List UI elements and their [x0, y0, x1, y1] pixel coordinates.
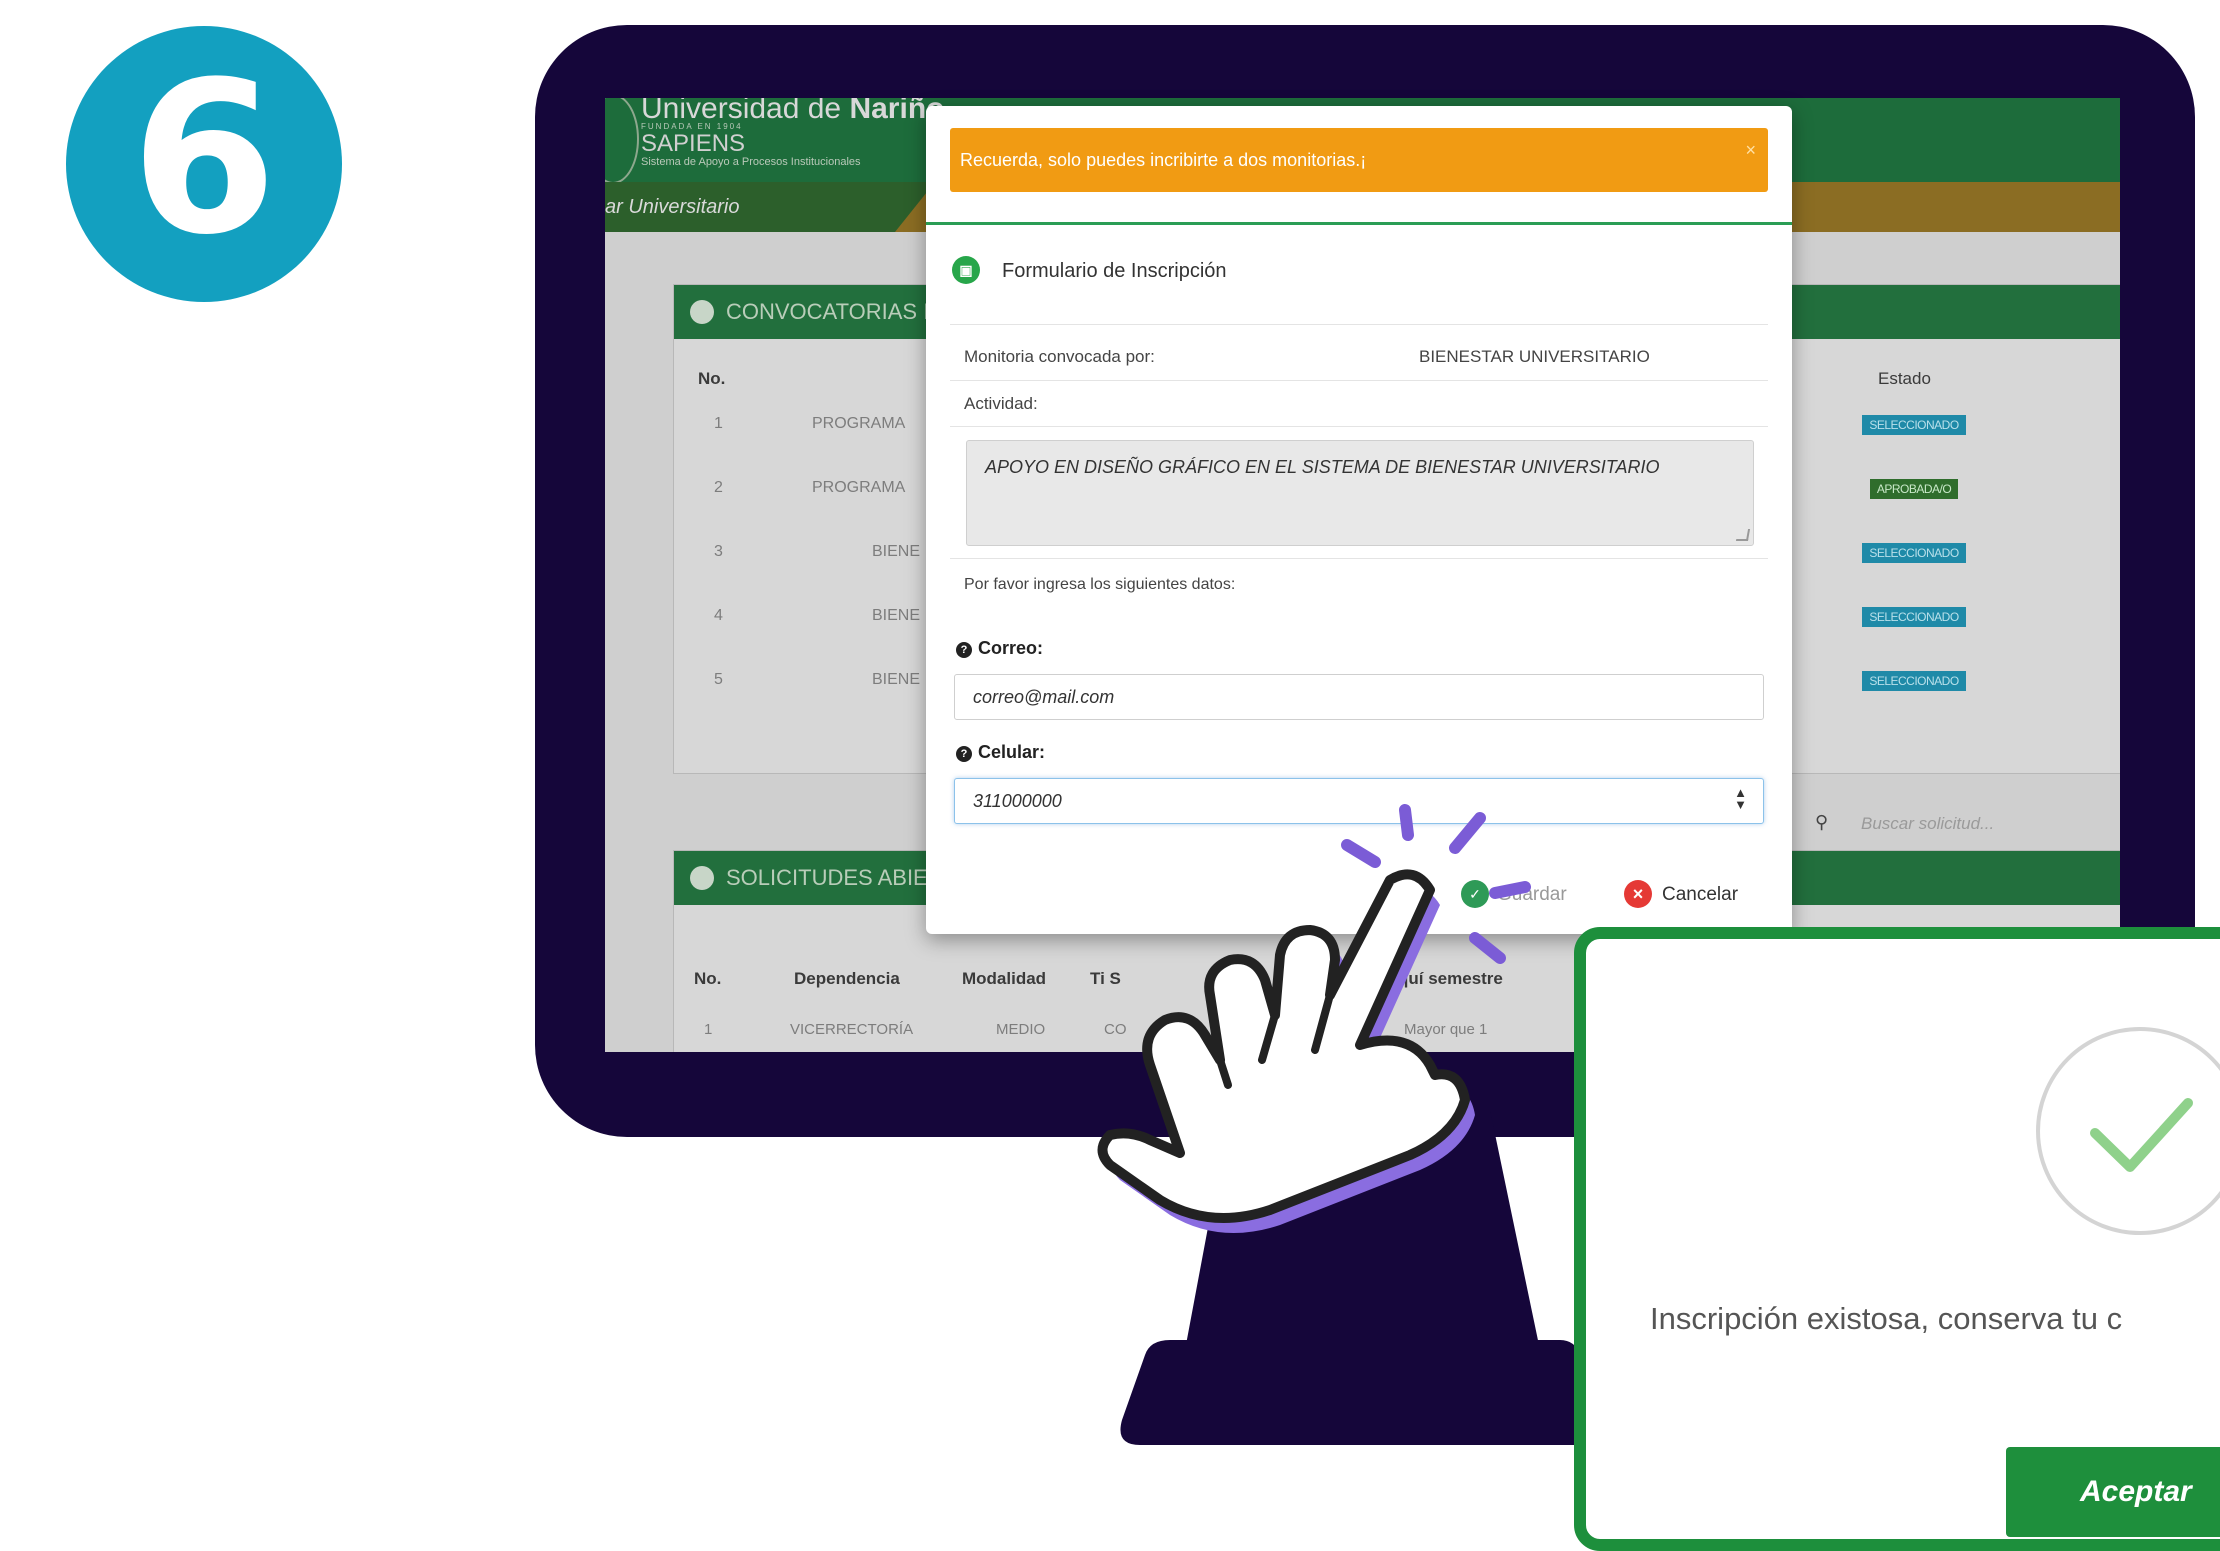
table-row-no: 1 — [714, 415, 723, 432]
list-icon — [690, 300, 714, 324]
table-row-dep: PROGRAMA — [812, 415, 906, 432]
warning-alert: Recuerda, solo puedes incribirte a dos m… — [950, 128, 1768, 192]
check-mark-icon — [2090, 1098, 2193, 1172]
accept-label: Aceptar — [2080, 1475, 2192, 1508]
table-row-no: 5 — [714, 671, 723, 688]
step-number-badge: 6 — [66, 26, 342, 302]
table-row-dep: BIENE — [872, 607, 921, 624]
table-cell: 1 — [704, 1021, 713, 1038]
convocada-label: Monitoria convocada por: — [964, 347, 1155, 366]
status-badge: APROBADA/O — [1870, 479, 1958, 499]
form-icon: ▣ — [952, 256, 980, 284]
table-row-dep: BIENE — [872, 543, 921, 560]
search-placeholder: Buscar solicitud... — [1861, 814, 1995, 833]
cancel-label: Cancelar — [1662, 884, 1739, 905]
modal-title: Formulario de Inscripción — [1002, 260, 1227, 282]
question-icon: ? — [956, 746, 972, 762]
table-row-no: 2 — [714, 479, 723, 496]
list-icon — [690, 866, 714, 890]
save-label: Guardar — [1497, 884, 1567, 905]
status-badge: SELECCIONADO — [1862, 415, 1966, 435]
close-icon[interactable]: × — [1745, 140, 1756, 161]
accept-button[interactable]: Aceptar — [2006, 1447, 2220, 1537]
divider — [950, 380, 1768, 381]
breadcrumb[interactable]: ar Universitario — [605, 196, 739, 219]
divider — [950, 558, 1768, 559]
actividad-value: APOYO EN DISEÑO GRÁFICO EN EL SISTEMA DE… — [985, 457, 1660, 477]
column-header-no: No. — [694, 969, 722, 988]
step-number: 6 — [130, 36, 278, 281]
table-row-no: 3 — [714, 543, 723, 560]
table-row-dep: PROGRAMA — [812, 479, 906, 496]
question-icon: ? — [956, 642, 972, 658]
column-header-semestre: quí semestre — [1398, 969, 1503, 988]
status-badge: SELECCIONADO — [1862, 543, 1966, 563]
success-dialog: Inscripción existosa, conserva tu c Acep… — [1574, 927, 2220, 1551]
search-icon: ⚲ — [1815, 812, 1829, 832]
table-cell: CO — [1104, 1021, 1127, 1038]
app-subtitle: Sistema de Apoyo a Procesos Instituciona… — [641, 156, 861, 168]
number-spinner-icon[interactable]: ▲ ▼ — [1734, 786, 1747, 811]
status-badge: SELECCIONADO — [1862, 671, 1966, 691]
convocada-value: BIENESTAR UNIVERSITARIO — [1419, 347, 1650, 366]
success-message: Inscripción existosa, conserva tu c — [1650, 1301, 2123, 1336]
column-header-dependencia: Dependencia — [794, 969, 900, 988]
correo-label: ? Correo: — [956, 638, 1043, 659]
inscription-modal: Recuerda, solo puedes incribirte a dos m… — [926, 106, 1792, 934]
phone-value: 311000000 — [973, 791, 1062, 811]
column-header-estado: Estado — [1878, 369, 1931, 388]
table-cell: MEDIO — [996, 1021, 1046, 1038]
phone-field[interactable]: 311000000 ▲ ▼ — [954, 778, 1764, 824]
resize-handle[interactable] — [1735, 529, 1751, 541]
table-cell: VICERRECTORÍA — [790, 1021, 914, 1038]
actividad-label: Actividad: — [964, 394, 1038, 413]
column-header-tipo: Ti S — [1090, 969, 1121, 988]
alert-text: Recuerda, solo puedes incribirte a dos m… — [960, 150, 1367, 170]
column-header-modalidad: Modalidad — [962, 969, 1047, 988]
panel-title: SOLICITUDES ABIE — [726, 865, 928, 890]
table-row-no: 4 — [714, 607, 723, 624]
table-cell: Mayor que 1 — [1404, 1021, 1488, 1038]
status-badge: SELECCIONADO — [1862, 607, 1966, 627]
university-logo — [605, 98, 639, 184]
instructions-text: Por favor ingresa los siguientes datos: — [964, 576, 1236, 593]
save-icon: ✓ — [1461, 880, 1489, 908]
panel-title: CONVOCATORIAS II — [726, 299, 936, 324]
divider — [950, 426, 1768, 427]
success-check-icon — [2036, 1027, 2220, 1235]
divider — [926, 222, 1792, 225]
save-button[interactable]: ✓ Guardar — [1461, 876, 1591, 912]
divider — [950, 324, 1768, 325]
celular-label: ? Celular: — [956, 742, 1045, 763]
email-value: correo@mail.com — [973, 687, 1115, 707]
column-header-no: No. — [698, 369, 726, 388]
table-row-dep: BIENE — [872, 671, 921, 688]
app-name: SAPIENS — [641, 130, 746, 157]
actividad-textarea[interactable]: APOYO EN DISEÑO GRÁFICO EN EL SISTEMA DE… — [966, 440, 1754, 546]
email-field[interactable]: correo@mail.com — [954, 674, 1764, 720]
cancel-button[interactable]: × Cancelar — [1624, 876, 1764, 912]
search-input[interactable]: ⚲ Buscar solicitud... — [1815, 804, 2120, 844]
cancel-icon: × — [1624, 880, 1652, 908]
